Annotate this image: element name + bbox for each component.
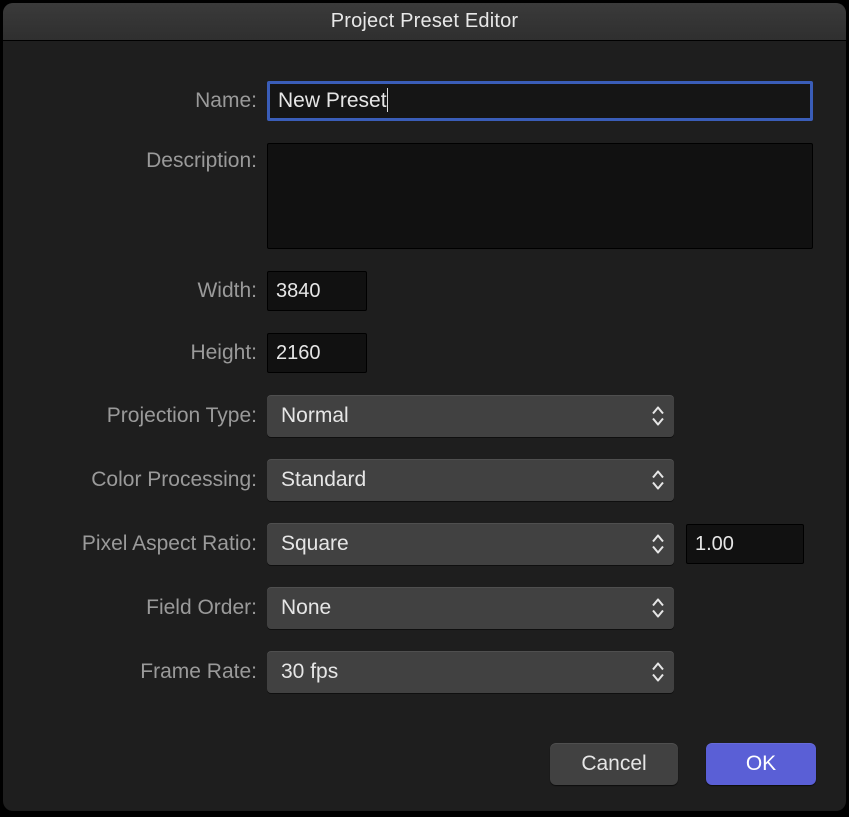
width-input[interactable] [267,271,367,311]
pixel-aspect-value-input[interactable] [686,524,804,564]
updown-icon [652,535,664,554]
field-order-select[interactable]: None [267,587,674,629]
text-caret [387,88,388,112]
description-label: Description: [33,143,267,179]
cancel-button[interactable]: Cancel [550,743,678,785]
cancel-button-label: Cancel [581,752,646,776]
pixel-aspect-ratio-label: Pixel Aspect Ratio: [33,526,267,562]
frame-rate-value: 30 fps [281,660,338,684]
dialog-footer: Cancel OK [550,743,816,785]
window-title: Project Preset Editor [331,10,519,33]
frame-rate-select[interactable]: 30 fps [267,651,674,693]
name-label: Name: [33,83,267,119]
name-input[interactable] [267,81,813,121]
projection-type-label: Projection Type: [33,398,267,434]
pixel-aspect-ratio-value: Square [281,532,349,556]
updown-icon [652,471,664,490]
field-order-label: Field Order: [33,590,267,626]
pixel-aspect-ratio-select[interactable]: Square [267,523,674,565]
projection-type-value: Normal [281,404,349,428]
field-order-value: None [281,596,331,620]
height-input[interactable] [267,333,367,373]
updown-icon [652,407,664,426]
color-processing-label: Color Processing: [33,462,267,498]
window-titlebar: Project Preset Editor [3,3,846,41]
width-label: Width: [33,273,267,309]
height-label: Height: [33,335,267,371]
ok-button[interactable]: OK [706,743,816,785]
description-textarea[interactable] [267,143,813,249]
projection-type-select[interactable]: Normal [267,395,674,437]
form-content: Name: Description: Width: Height: Projec [3,41,846,693]
color-processing-select[interactable]: Standard [267,459,674,501]
preset-editor-window: Project Preset Editor Name: Description:… [3,3,846,811]
frame-rate-label: Frame Rate: [33,654,267,690]
color-processing-value: Standard [281,468,366,492]
updown-icon [652,599,664,618]
ok-button-label: OK [746,752,776,776]
updown-icon [652,663,664,682]
